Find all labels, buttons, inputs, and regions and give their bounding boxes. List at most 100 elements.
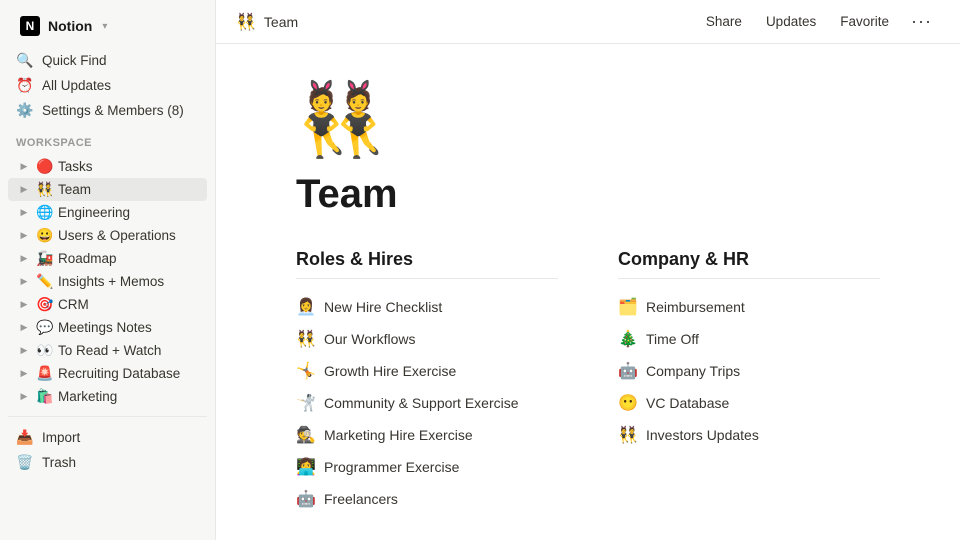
company-hr-title: Company & HR <box>618 249 880 279</box>
sidebar-divider <box>8 416 207 417</box>
list-item[interactable]: 👯 Our Workflows <box>296 323 558 355</box>
list-item[interactable]: 🎄 Time Off <box>618 323 880 355</box>
toggle-icon: ▶ <box>16 159 32 175</box>
crm-emoji: 🎯 <box>36 296 54 313</box>
sidebar-nav: 🔍 Quick Find ⏰ All Updates ⚙️ Settings &… <box>0 46 215 125</box>
item-label: Company Trips <box>646 363 740 379</box>
sidebar-item-all-updates[interactable]: ⏰ All Updates <box>8 73 207 98</box>
list-item[interactable]: 👯 Investors Updates <box>618 419 880 451</box>
sidebar-item-engineering[interactable]: ▶ 🌐 Engineering <box>8 201 207 224</box>
item-label: Our Workflows <box>324 331 416 347</box>
topbar: 👯 Team Share Updates Favorite ··· <box>216 0 960 44</box>
crm-label: CRM <box>58 297 199 312</box>
sidebar-tree: ▶ 🔴 Tasks ▶ 👯 Team ▶ 🌐 Engineering ▶ 😀 U… <box>0 153 215 410</box>
nav-settings-label: Settings & Members (8) <box>42 103 199 118</box>
sidebar-top: N Notion ▾ <box>0 0 215 46</box>
sidebar-item-settings[interactable]: ⚙️ Settings & Members (8) <box>8 98 207 123</box>
item-emoji: 🤸 <box>296 361 316 381</box>
item-emoji: 🤺 <box>296 393 316 413</box>
item-label: New Hire Checklist <box>324 299 442 315</box>
tasks-label: Tasks <box>58 159 199 174</box>
item-emoji: 👯 <box>296 329 316 349</box>
item-emoji: 🎄 <box>618 329 638 349</box>
item-emoji: 🤖 <box>618 361 638 381</box>
item-label: Growth Hire Exercise <box>324 363 456 379</box>
toggle-icon: ▶ <box>16 251 32 267</box>
more-options-button[interactable]: ··· <box>903 7 940 36</box>
list-item[interactable]: 🤖 Freelancers <box>296 483 558 515</box>
recruiting-emoji: 🚨 <box>36 365 54 382</box>
item-label: Freelancers <box>324 491 398 507</box>
insights-emoji: ✏️ <box>36 273 54 290</box>
sidebar-item-recruiting[interactable]: ▶ 🚨 Recruiting Database <box>8 362 207 385</box>
import-icon: 📥 <box>16 429 34 446</box>
list-item[interactable]: 😶 VC Database <box>618 387 880 419</box>
sidebar-item-to-read[interactable]: ▶ 👀 To Read + Watch <box>8 339 207 362</box>
sidebar-item-roadmap[interactable]: ▶ 🚂 Roadmap <box>8 247 207 270</box>
engineering-label: Engineering <box>58 205 199 220</box>
list-item[interactable]: 🤖 Company Trips <box>618 355 880 387</box>
sidebar-item-marketing[interactable]: ▶ 🛍️ Marketing <box>8 385 207 408</box>
topbar-page-name: Team <box>264 14 298 30</box>
to-read-label: To Read + Watch <box>58 343 199 358</box>
list-item[interactable]: 🤸 Growth Hire Exercise <box>296 355 558 387</box>
sidebar-item-meetings[interactable]: ▶ 💬 Meetings Notes <box>8 316 207 339</box>
item-emoji: 👩‍💼 <box>296 297 316 317</box>
toggle-icon: ▶ <box>16 297 32 313</box>
item-label: Reimbursement <box>646 299 745 315</box>
meetings-label: Meetings Notes <box>58 320 199 335</box>
tasks-emoji: 🔴 <box>36 158 54 175</box>
item-emoji: 👩‍💻 <box>296 457 316 477</box>
sidebar-item-quick-find[interactable]: 🔍 Quick Find <box>8 48 207 73</box>
roles-hires-title: Roles & Hires <box>296 249 558 279</box>
favorite-button[interactable]: Favorite <box>830 10 899 33</box>
topbar-emoji: 👯 <box>236 12 256 32</box>
sidebar-item-team[interactable]: ▶ 👯 Team <box>8 178 207 201</box>
item-label: VC Database <box>646 395 729 411</box>
list-item[interactable]: 🤺 Community & Support Exercise <box>296 387 558 419</box>
sidebar-item-crm[interactable]: ▶ 🎯 CRM <box>8 293 207 316</box>
team-emoji: 👯 <box>36 181 54 198</box>
roles-hires-section: Roles & Hires 👩‍💼 New Hire Checklist 👯 O… <box>296 249 558 515</box>
item-label: Programmer Exercise <box>324 459 459 475</box>
toggle-icon: ▶ <box>16 228 32 244</box>
users-ops-label: Users & Operations <box>58 228 199 243</box>
list-item[interactable]: 👩‍💻 Programmer Exercise <box>296 451 558 483</box>
workspace-brand[interactable]: N Notion ▾ <box>12 10 203 42</box>
item-label: Investors Updates <box>646 427 759 443</box>
nav-all-updates-label: All Updates <box>42 78 199 93</box>
updates-button[interactable]: Updates <box>756 10 826 33</box>
item-emoji: 👯 <box>618 425 638 445</box>
marketing-emoji: 🛍️ <box>36 388 54 405</box>
users-ops-emoji: 😀 <box>36 227 54 244</box>
main-content: 👯 Team Share Updates Favorite ··· 👯 Team… <box>216 0 960 540</box>
sidebar-item-insights[interactable]: ▶ ✏️ Insights + Memos <box>8 270 207 293</box>
workspace-name: Notion <box>48 18 92 34</box>
to-read-emoji: 👀 <box>36 342 54 359</box>
sidebar-bottom-nav: 📥 Import 🗑️ Trash <box>0 423 215 477</box>
company-hr-list: 🗂️ Reimbursement 🎄 Time Off 🤖 Company Tr… <box>618 291 880 451</box>
sidebar-item-trash[interactable]: 🗑️ Trash <box>8 450 207 475</box>
list-item[interactable]: 🕵️ Marketing Hire Exercise <box>296 419 558 451</box>
topbar-actions: Share Updates Favorite ··· <box>696 7 940 36</box>
list-item[interactable]: 🗂️ Reimbursement <box>618 291 880 323</box>
item-label: Time Off <box>646 331 699 347</box>
sidebar-item-users-ops[interactable]: ▶ 😀 Users & Operations <box>8 224 207 247</box>
roles-hires-list: 👩‍💼 New Hire Checklist 👯 Our Workflows 🤸… <box>296 291 558 515</box>
toggle-icon: ▶ <box>16 274 32 290</box>
sidebar-item-tasks[interactable]: ▶ 🔴 Tasks <box>8 155 207 178</box>
roadmap-label: Roadmap <box>58 251 199 266</box>
toggle-icon: ▶ <box>16 320 32 336</box>
toggle-icon: ▶ <box>16 343 32 359</box>
meetings-emoji: 💬 <box>36 319 54 336</box>
item-emoji: 🕵️ <box>296 425 316 445</box>
sidebar-item-import[interactable]: 📥 Import <box>8 425 207 450</box>
trash-label: Trash <box>42 455 199 470</box>
toggle-icon: ▶ <box>16 366 32 382</box>
page-content: 👯 Team Roles & Hires 👩‍💼 New Hire Checkl… <box>216 44 960 540</box>
share-button[interactable]: Share <box>696 10 752 33</box>
import-label: Import <box>42 430 199 445</box>
item-label: Community & Support Exercise <box>324 395 519 411</box>
list-item[interactable]: 👩‍💼 New Hire Checklist <box>296 291 558 323</box>
trash-icon: 🗑️ <box>16 454 34 471</box>
